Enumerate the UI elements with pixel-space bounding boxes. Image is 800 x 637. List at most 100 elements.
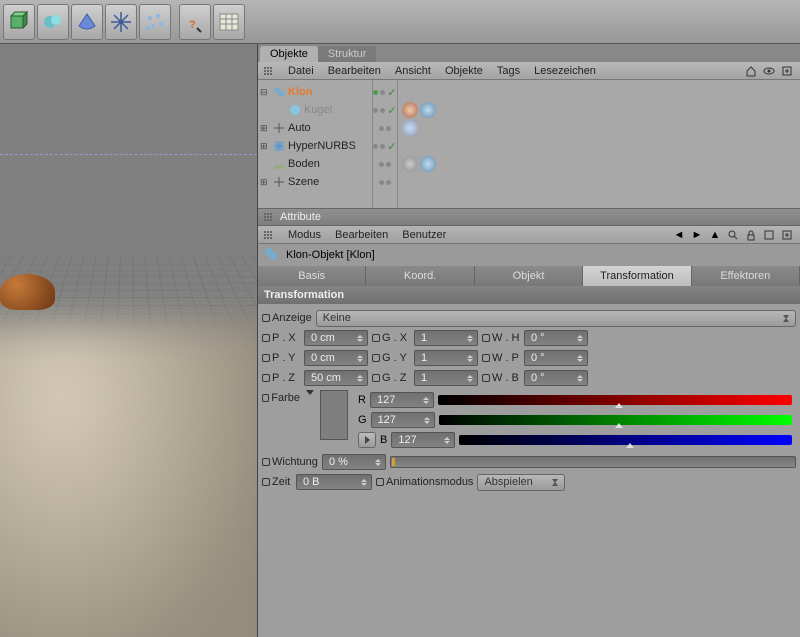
expand-icon[interactable] xyxy=(780,228,794,242)
zeit-input[interactable]: 0 B xyxy=(296,474,372,490)
nav-up-icon[interactable]: ▲ xyxy=(708,228,722,242)
tab-structure[interactable]: Struktur xyxy=(318,46,377,62)
tab-koord[interactable]: Koord. xyxy=(366,266,474,286)
phong-tag-icon[interactable] xyxy=(402,120,418,136)
attribute-object-title: Klon-Objekt [Klon] xyxy=(258,244,800,266)
anzeige-dropdown[interactable]: Keine xyxy=(316,310,796,327)
phong-tag-icon[interactable] xyxy=(420,156,436,172)
hypernurbs-icon xyxy=(272,139,286,153)
3d-viewport[interactable] xyxy=(0,44,258,637)
tool-metaball[interactable] xyxy=(37,4,69,40)
wb-label: W . B xyxy=(482,372,520,384)
wichtung-input[interactable]: 0 % xyxy=(322,454,386,470)
b-slider[interactable] xyxy=(459,435,792,445)
color-picker-button[interactable] xyxy=(358,432,376,448)
new-window-icon[interactable] xyxy=(762,228,776,242)
menu-bearbeiten[interactable]: Bearbeiten xyxy=(328,65,381,77)
wh-input[interactable]: 0 ° xyxy=(524,330,588,346)
tree-label: Kugel xyxy=(304,104,332,116)
phong-tag-icon[interactable] xyxy=(420,102,436,118)
wp-label: W . P xyxy=(482,352,520,364)
viewport-object xyxy=(0,274,55,310)
gx-input[interactable]: 1 xyxy=(414,330,478,346)
tree-label: Boden xyxy=(288,158,320,170)
tool-primitive[interactable] xyxy=(71,4,103,40)
vis-toggle[interactable]: ✓ xyxy=(373,101,397,119)
vis-toggle[interactable] xyxy=(373,155,397,173)
tab-transformation[interactable]: Transformation xyxy=(583,266,691,286)
tab-effektoren[interactable]: Effektoren xyxy=(692,266,800,286)
object-panel-tabs: Objekte Struktur xyxy=(258,44,800,62)
px-input[interactable]: 0 cm xyxy=(304,330,368,346)
r-slider[interactable] xyxy=(438,395,792,405)
nav-fwd-icon[interactable]: ► xyxy=(690,228,704,242)
tool-help[interactable]: ? xyxy=(179,4,211,40)
tab-objects[interactable]: Objekte xyxy=(260,46,318,62)
menu-bearbeiten[interactable]: Bearbeiten xyxy=(335,229,388,241)
tool-arrows[interactable] xyxy=(105,4,137,40)
py-label: P . Y xyxy=(262,352,300,364)
lock-icon[interactable] xyxy=(744,228,758,242)
attribute-empty-area xyxy=(258,496,800,637)
vis-toggle[interactable]: ✓ xyxy=(373,83,397,101)
vis-toggle[interactable] xyxy=(373,173,397,191)
gz-label: G . Z xyxy=(372,372,410,384)
tree-row-szene[interactable]: ⊞Szene xyxy=(258,173,372,191)
pz-input[interactable]: 50 cm xyxy=(304,370,368,386)
null-icon xyxy=(272,121,286,135)
nav-back-icon[interactable]: ◄ xyxy=(672,228,686,242)
menu-modus[interactable]: Modus xyxy=(288,229,321,241)
tab-basis[interactable]: Basis xyxy=(258,266,366,286)
gy-input[interactable]: 1 xyxy=(414,350,478,366)
wp-input[interactable]: 0 ° xyxy=(524,350,588,366)
b-input[interactable]: 127 xyxy=(391,432,455,448)
menu-lesezeichen[interactable]: Lesezeichen xyxy=(534,65,596,77)
tool-spreadsheet[interactable] xyxy=(213,4,245,40)
tab-objekt[interactable]: Objekt xyxy=(475,266,583,286)
tree-row-auto[interactable]: ⊞Auto xyxy=(258,119,372,137)
menu-datei[interactable]: Datei xyxy=(288,65,314,77)
g-input[interactable]: 127 xyxy=(371,412,435,428)
grip-icon[interactable] xyxy=(264,67,274,75)
grip-icon[interactable] xyxy=(264,213,274,221)
wichtung-label: Wichtung xyxy=(262,456,318,468)
expand-icon[interactable] xyxy=(780,64,794,78)
material-tag-icon[interactable] xyxy=(402,102,418,118)
menu-ansicht[interactable]: Ansicht xyxy=(395,65,431,77)
sphere-icon xyxy=(288,103,302,117)
vis-toggle[interactable] xyxy=(373,119,397,137)
home-icon[interactable] xyxy=(744,64,758,78)
material-tag-icon[interactable] xyxy=(402,156,418,172)
eye-icon[interactable] xyxy=(762,64,776,78)
animmodus-dropdown[interactable]: Abspielen xyxy=(477,474,565,491)
tool-particles[interactable] xyxy=(139,4,171,40)
wb-input[interactable]: 0 ° xyxy=(524,370,588,386)
tree-row-klon[interactable]: ⊟Klon xyxy=(258,83,372,101)
menu-benutzer[interactable]: Benutzer xyxy=(402,229,446,241)
pz-label: P . Z xyxy=(262,372,300,384)
g-slider[interactable] xyxy=(439,415,792,425)
search-icon[interactable] xyxy=(726,228,740,242)
color-disclosure-icon[interactable] xyxy=(306,390,314,395)
clone-icon xyxy=(264,247,280,263)
transformation-form: Anzeige Keine P . X 0 cm G . X 1 W . H 0… xyxy=(258,304,800,496)
tree-row-hypernurbs[interactable]: ⊞HyperNURBS xyxy=(258,137,372,155)
vis-toggle[interactable]: ✓ xyxy=(373,137,397,155)
tags-column xyxy=(398,80,800,208)
r-input[interactable]: 127 xyxy=(370,392,434,408)
tool-cube[interactable] xyxy=(3,4,35,40)
color-swatch[interactable] xyxy=(320,390,348,440)
wichtung-slider[interactable] xyxy=(390,456,796,468)
r-label: R xyxy=(358,394,366,406)
gz-input[interactable]: 1 xyxy=(414,370,478,386)
grip-icon[interactable] xyxy=(264,231,274,239)
attribute-tabs: Basis Koord. Objekt Transformation Effek… xyxy=(258,266,800,286)
tree-row-kugel[interactable]: Kugel xyxy=(258,101,372,119)
menu-tags[interactable]: Tags xyxy=(497,65,520,77)
py-input[interactable]: 0 cm xyxy=(304,350,368,366)
floor-icon xyxy=(272,157,286,171)
object-name-label: Klon-Objekt [Klon] xyxy=(286,249,375,261)
tree-row-boden[interactable]: Boden xyxy=(258,155,372,173)
px-label: P . X xyxy=(262,332,300,344)
menu-objekte[interactable]: Objekte xyxy=(445,65,483,77)
